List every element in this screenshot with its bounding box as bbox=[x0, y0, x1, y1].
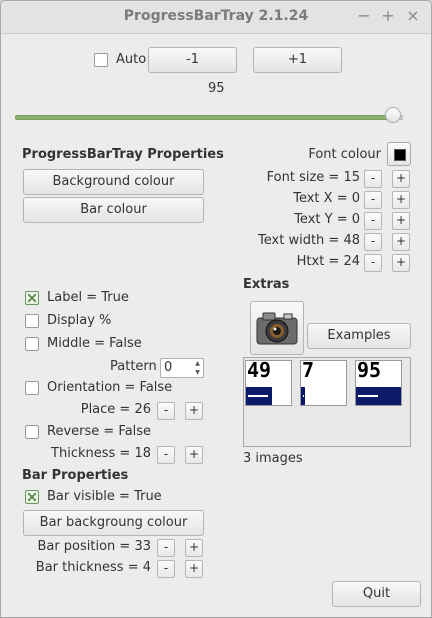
bar-thickness-plus-button[interactable]: + bbox=[185, 560, 203, 578]
bar-thickness-minus-button[interactable]: - bbox=[157, 560, 175, 578]
middle-checkbox[interactable] bbox=[25, 337, 39, 351]
thumb-line bbox=[358, 395, 378, 397]
properties-heading: ProgressBarTray Properties bbox=[22, 147, 224, 162]
thickness-plus-button[interactable]: + bbox=[185, 446, 203, 464]
place-label: Place = 26 bbox=[80, 402, 151, 417]
camera-icon bbox=[256, 312, 298, 345]
pattern-value: 0 bbox=[164, 360, 173, 375]
background-colour-button[interactable]: Background colour bbox=[23, 169, 204, 195]
bar-thickness-label: Bar thickness = 4 bbox=[35, 560, 151, 575]
preview-thumb[interactable]: 7 bbox=[300, 360, 347, 406]
progress-slider-handle[interactable] bbox=[385, 107, 401, 123]
font-size-label: Font size = 15 bbox=[266, 170, 360, 185]
maximize-icon[interactable]: + bbox=[379, 6, 397, 26]
pattern-spinbox[interactable]: 0 ▲ ▼ bbox=[160, 358, 204, 378]
preview-area: 49 7 95 bbox=[243, 357, 411, 447]
camera-button[interactable] bbox=[250, 301, 304, 355]
reverse-option: Reverse = False bbox=[47, 424, 152, 439]
text-x-plus-button[interactable]: + bbox=[392, 191, 410, 209]
minimize-icon[interactable]: − bbox=[355, 6, 373, 26]
htxt-minus-button[interactable]: - bbox=[364, 254, 382, 272]
htxt-label: Htxt = 24 bbox=[296, 254, 360, 269]
spin-arrows-icon[interactable]: ▲ ▼ bbox=[193, 359, 202, 377]
thickness-label: Thickness = 18 bbox=[51, 446, 151, 461]
label-option: Label = True bbox=[47, 290, 129, 305]
preview-thumb[interactable]: 49 bbox=[245, 360, 292, 406]
font-colour-label: Font colour bbox=[308, 147, 381, 162]
orientation-checkbox[interactable] bbox=[25, 381, 39, 395]
thumb-number: 49 bbox=[247, 360, 272, 382]
decrement-button[interactable]: -1 bbox=[148, 47, 237, 73]
increment-button[interactable]: +1 bbox=[253, 47, 342, 73]
reverse-checkbox[interactable] bbox=[25, 425, 39, 439]
text-x-label: Text X = 0 bbox=[293, 191, 360, 206]
place-minus-button[interactable]: - bbox=[157, 402, 175, 420]
bar-position-label: Bar position = 33 bbox=[37, 539, 151, 554]
quit-button[interactable]: Quit bbox=[332, 581, 421, 607]
text-width-minus-button[interactable]: - bbox=[364, 233, 382, 251]
htxt-plus-button[interactable]: + bbox=[392, 254, 410, 272]
image-count: 3 images bbox=[243, 451, 303, 466]
bar-visible-option: Bar visible = True bbox=[47, 489, 162, 504]
font-colour-button[interactable] bbox=[387, 142, 411, 166]
bar-background-colour-button[interactable]: Bar backgroung colour bbox=[23, 510, 204, 536]
thickness-minus-button[interactable]: - bbox=[157, 446, 175, 464]
font-size-minus-button[interactable]: - bbox=[364, 170, 382, 188]
app-window: ProgressBarTray 2.1.24 − + × Auto -1 +1 … bbox=[0, 0, 432, 618]
pattern-label: Pattern bbox=[110, 359, 157, 374]
preview-thumb[interactable]: 95 bbox=[355, 360, 402, 406]
examples-button[interactable]: Examples bbox=[307, 323, 411, 349]
text-x-minus-button[interactable]: - bbox=[364, 191, 382, 209]
extras-heading: Extras bbox=[243, 277, 290, 292]
progress-slider-fill[interactable] bbox=[15, 115, 403, 120]
display-percent-checkbox[interactable] bbox=[25, 314, 39, 328]
close-icon[interactable]: × bbox=[404, 6, 422, 26]
label-checkbox[interactable] bbox=[25, 291, 39, 305]
bar-position-plus-button[interactable]: + bbox=[185, 539, 203, 557]
text-y-label: Text Y = 0 bbox=[294, 212, 360, 227]
middle-option: Middle = False bbox=[47, 336, 142, 351]
thumb-line bbox=[303, 395, 304, 397]
auto-label: Auto bbox=[116, 52, 147, 67]
progress-value: 95 bbox=[208, 81, 225, 96]
text-y-plus-button[interactable]: + bbox=[392, 212, 410, 230]
text-width-label: Text width = 48 bbox=[258, 233, 360, 248]
place-plus-button[interactable]: + bbox=[185, 402, 203, 420]
bar-visible-checkbox[interactable] bbox=[25, 490, 39, 504]
display-percent-option: Display % bbox=[47, 313, 112, 328]
font-size-plus-button[interactable]: + bbox=[392, 170, 410, 188]
bar-position-minus-button[interactable]: - bbox=[157, 539, 175, 557]
thumb-line bbox=[248, 395, 268, 397]
text-width-plus-button[interactable]: + bbox=[392, 233, 410, 251]
auto-checkbox[interactable] bbox=[94, 53, 108, 67]
thumb-number: 7 bbox=[302, 360, 315, 382]
title-bar[interactable]: ProgressBarTray 2.1.24 − + × bbox=[1, 1, 431, 34]
bar-colour-button[interactable]: Bar colour bbox=[23, 197, 204, 223]
orientation-option: Orientation = False bbox=[47, 380, 173, 395]
bar-properties-heading: Bar Properties bbox=[22, 468, 129, 483]
text-y-minus-button[interactable]: - bbox=[364, 212, 382, 230]
thumb-number: 95 bbox=[357, 360, 382, 382]
